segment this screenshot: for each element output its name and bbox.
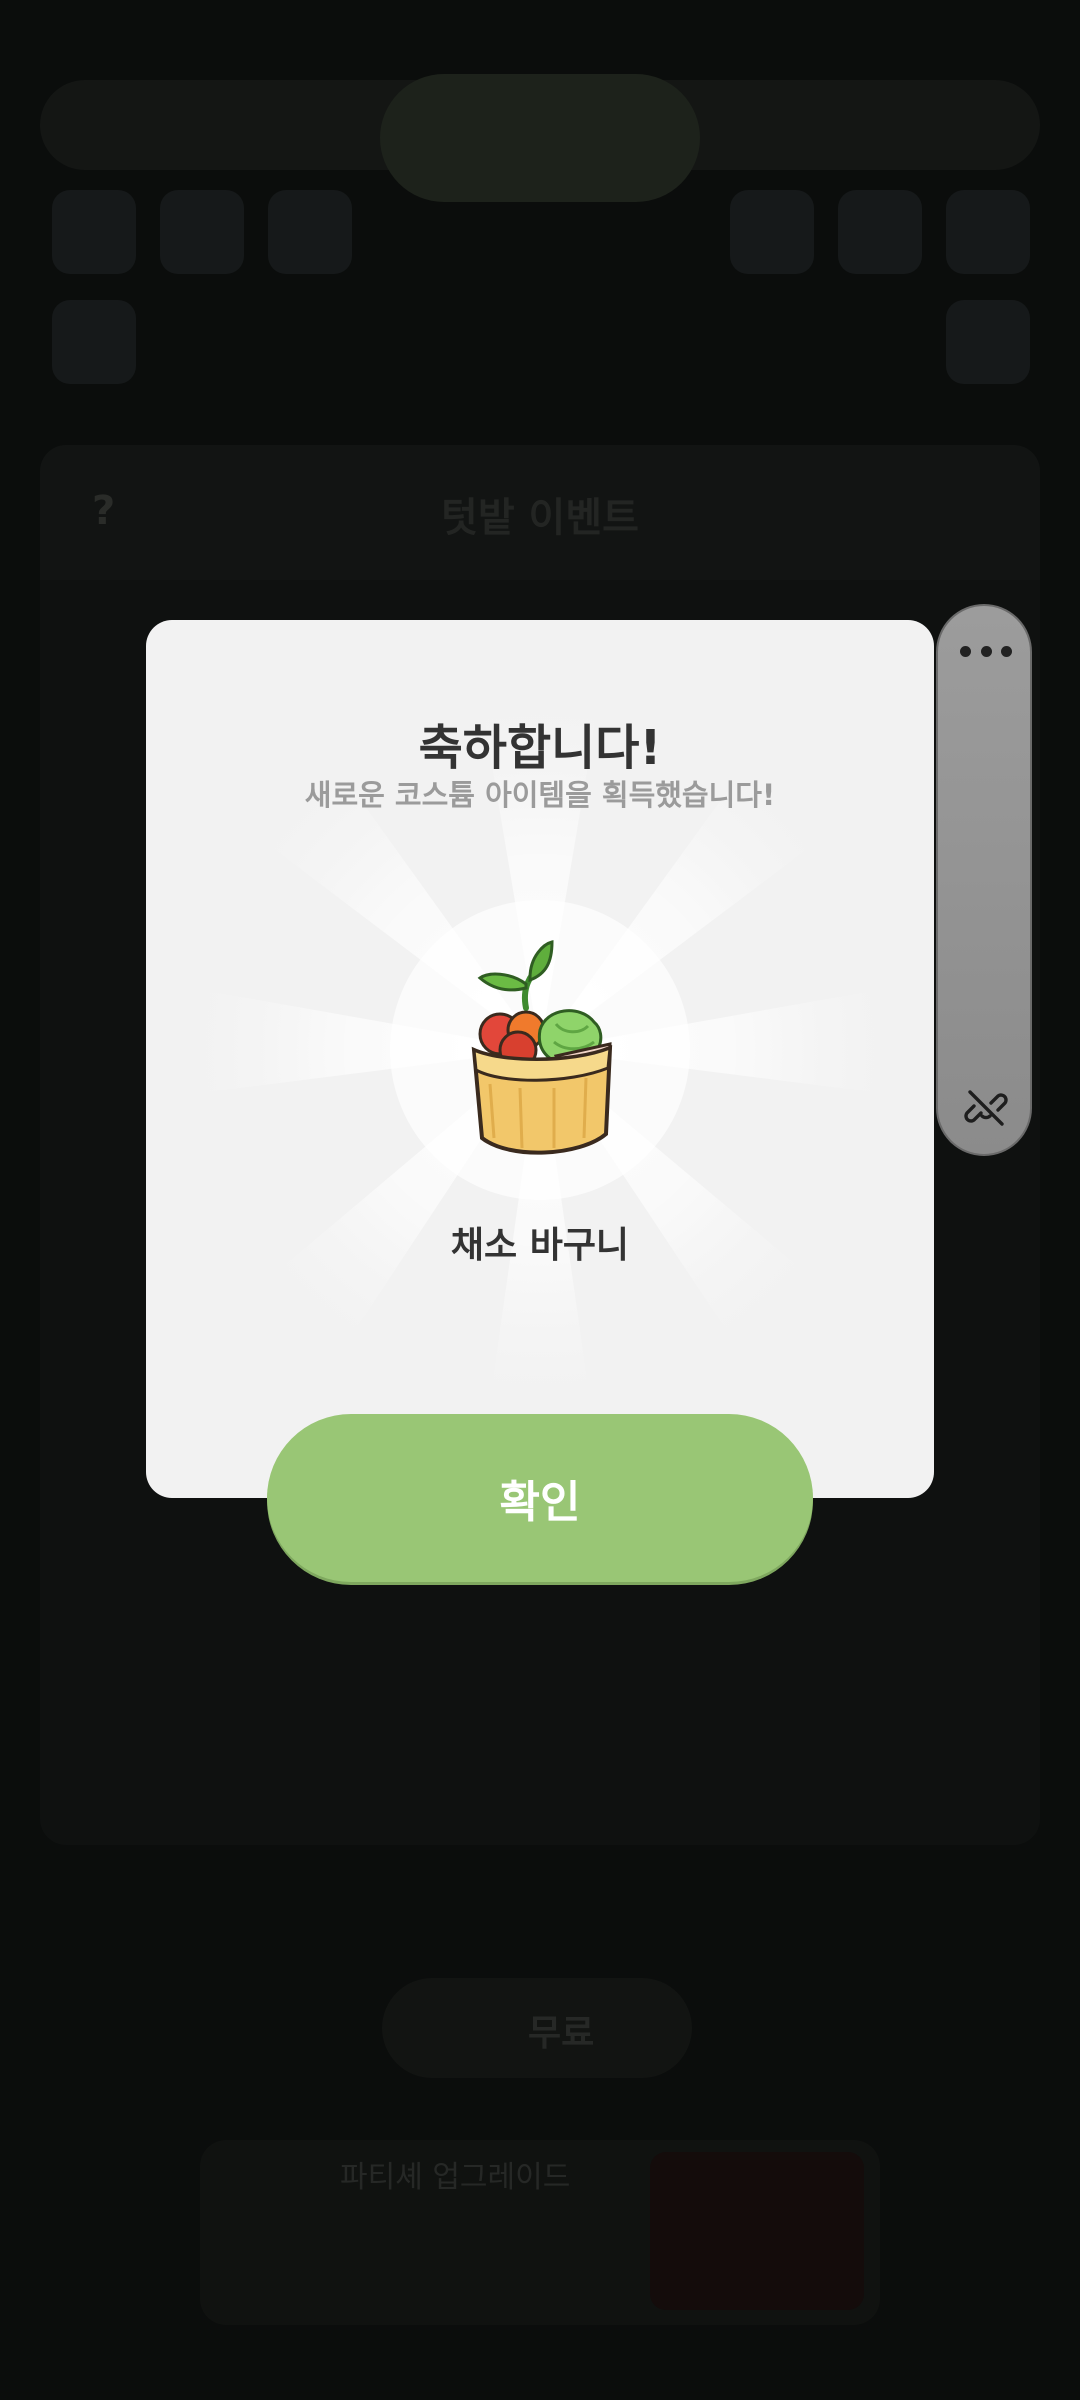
vegetable-basket-icon bbox=[471, 940, 613, 1155]
menu-icon bbox=[730, 190, 814, 274]
menu-icon bbox=[946, 190, 1030, 274]
item-name: 채소 바구니 bbox=[450, 1225, 630, 1266]
menu-icon bbox=[838, 190, 922, 274]
confirm-button[interactable]: 확인 bbox=[267, 1414, 813, 1582]
free-label: 무료 bbox=[528, 2013, 595, 2054]
floating-side-panel[interactable] bbox=[936, 604, 1032, 1156]
event-title: 텃밭 이벤트 bbox=[441, 495, 639, 541]
link-off-icon[interactable] bbox=[964, 1086, 1008, 1130]
menu-icon bbox=[268, 190, 352, 274]
menu-icon bbox=[946, 300, 1030, 384]
menu-icon bbox=[160, 190, 244, 274]
game-screen: ? 텃밭 이벤트 무료 파티셰 업그레이드 축하합니다! 새로운 코스튬 아이템… bbox=[0, 0, 1080, 2400]
reward-modal: 축하합니다! 새로운 코스튬 아이템을 획득했습니다! 채소 바구니 bbox=[146, 620, 934, 1498]
menu-icon bbox=[52, 190, 136, 274]
top-event-pill bbox=[380, 74, 700, 202]
modal-title: 축하합니다! bbox=[418, 720, 662, 776]
menu-icon bbox=[52, 300, 136, 384]
upgrade-card-title: 파티셰 업그레이드 bbox=[340, 2160, 571, 2195]
modal-subtitle: 새로운 코스튬 아이템을 획득했습니다! bbox=[304, 778, 776, 812]
upgrade-buy-button bbox=[650, 2152, 864, 2310]
more-icon[interactable] bbox=[960, 644, 1012, 658]
